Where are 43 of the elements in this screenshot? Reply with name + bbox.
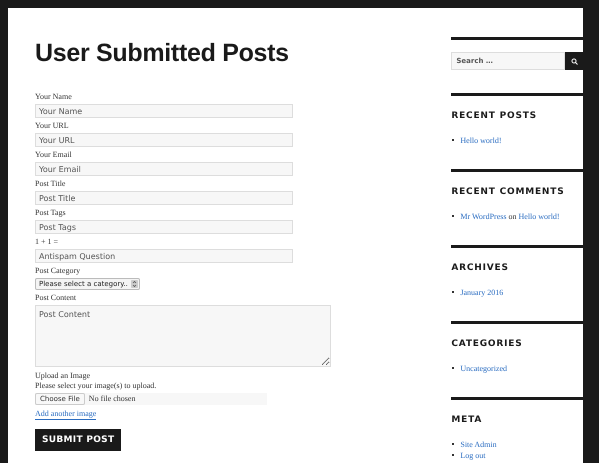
connector-text: on (508, 212, 516, 221)
bullet-icon (452, 139, 454, 142)
sidebar-link[interactable]: Hello world! (460, 136, 502, 145)
bullet-icon (452, 291, 454, 294)
submit-button[interactable]: SUBMIT POST (35, 428, 122, 451)
input-field[interactable]: Antispam Question (35, 249, 293, 263)
sidebar-link[interactable]: Uncategorized (460, 364, 508, 373)
sidebar-link[interactable]: January 2016 (460, 288, 504, 297)
input-field[interactable]: Post Title (35, 191, 293, 205)
field-label: Your Name (35, 93, 73, 101)
widget-title: RECENT COMMENTS (451, 187, 566, 197)
input-field[interactable]: Your Email (35, 162, 293, 176)
textarea-field[interactable]: Post Content (35, 305, 331, 367)
field-label: Your Email (35, 151, 73, 159)
widget-title: ARCHIVES (451, 263, 510, 273)
field-label: Post Category (35, 267, 82, 275)
input-field[interactable]: Your URL (35, 133, 293, 147)
file-status: No file chosen (88, 394, 136, 404)
bullet-icon (452, 215, 454, 218)
sidebar-link[interactable]: Hello world! (518, 212, 560, 221)
field-label: Post Title (35, 180, 66, 188)
input-field[interactable]: Post Tags (35, 220, 293, 234)
widget-title: CATEGORIES (451, 339, 524, 349)
page-title: User Submitted Posts (35, 38, 290, 68)
bullet-icon (452, 454, 454, 456)
field-label: Post Tags (35, 209, 67, 217)
updown-icon (130, 280, 138, 288)
search-icon (570, 58, 578, 64)
upload-label: Upload an Image (35, 371, 92, 381)
bullet-icon (452, 367, 454, 370)
field-label: 1 + 1 = (35, 238, 60, 246)
input-field[interactable]: Your Name (35, 104, 293, 118)
upload-hint: Please select your image(s) to upload. (35, 380, 158, 390)
add-image-link[interactable]: Add another image (35, 409, 96, 420)
sidebar-link[interactable]: Site Admin (460, 440, 497, 449)
sidebar-link[interactable]: Mr WordPress (460, 212, 506, 221)
widget-title: RECENT POSTS (451, 111, 538, 121)
widget-title: META (451, 415, 484, 425)
field-label: Your URL (35, 122, 70, 130)
bullet-icon (452, 443, 454, 446)
field-label: Post Content (35, 294, 78, 302)
search-button[interactable] (565, 52, 583, 70)
sidebar-link[interactable]: Log out (460, 451, 486, 460)
